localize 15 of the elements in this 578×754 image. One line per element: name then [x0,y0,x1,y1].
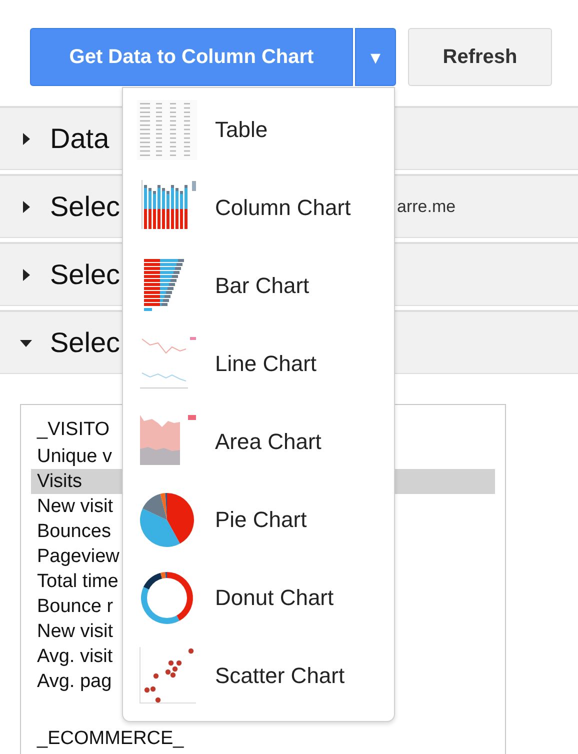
menu-item-label: Column Chart [215,195,351,221]
section-title: Selec [50,258,120,290]
menu-item-label: Pie Chart [215,507,307,533]
menu-item-label: Line Chart [215,351,317,377]
section-title: Selec [50,190,120,222]
group-heading: _VISITO [36,419,111,441]
menu-item-label: Table [215,117,268,143]
section-value: arre.me [397,196,456,216]
menu-item-label: Area Chart [215,429,322,455]
menu-item-label: Donut Chart [215,585,334,611]
menu-item-label: Scatter Chart [215,663,345,689]
menu-item-label: Bar Chart [215,273,310,299]
section-title: Data [50,122,110,154]
group-heading: _ECOMMERCE_ [36,728,185,750]
section-title: Selec [50,326,120,358]
